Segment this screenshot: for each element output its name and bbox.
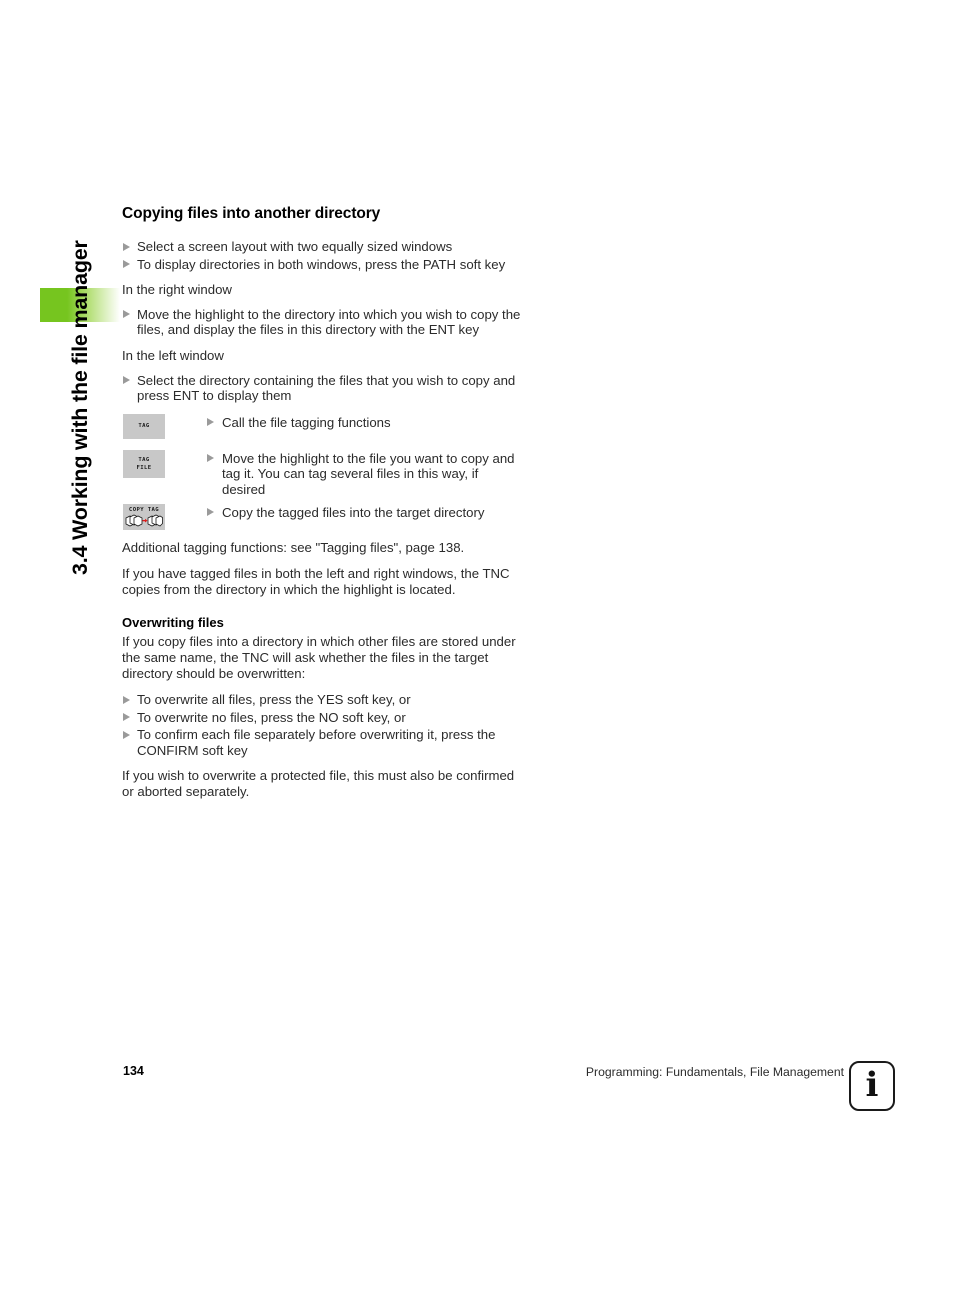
- triangle-bullet-icon: [123, 242, 130, 251]
- triangle-bullet-icon: [207, 454, 214, 463]
- left-window-bullet-list: Select the directory containing the file…: [122, 373, 522, 404]
- left-window-label: In the left window: [122, 347, 224, 363]
- triangle-bullet-icon: [123, 695, 130, 704]
- softkey-description: Move the highlight to the file you want …: [207, 450, 522, 498]
- right-window-bullet-list: Move the highlight to the directory into…: [122, 307, 522, 338]
- list-item: To overwrite all files, press the YES so…: [122, 692, 522, 708]
- copy-documents-icon: [125, 514, 163, 529]
- overwriting-closing-note: If you wish to overwrite a protected fil…: [122, 768, 515, 800]
- list-item-label: Move the highlight to the directory into…: [137, 306, 521, 338]
- softkey-label: TAG: [138, 423, 150, 430]
- list-item-label: To confirm each file separately before o…: [137, 727, 496, 758]
- triangle-bullet-icon: [207, 418, 214, 427]
- intro-bullet-list: Select a screen layout with two equally …: [122, 239, 522, 272]
- tag-softkey[interactable]: TAG: [123, 413, 165, 439]
- right-window-label: In the right window: [122, 282, 232, 298]
- list-item-label: To overwrite no files, press the NO soft…: [137, 709, 406, 725]
- overwriting-intro: If you copy files into a directory in wh…: [122, 634, 516, 681]
- triangle-bullet-icon: [123, 260, 130, 269]
- page-content: Copying files into another directory Sel…: [122, 205, 522, 811]
- softkey-row: TAG FILE Move the highlight to the file …: [122, 449, 522, 498]
- softkey-description-label: Move the highlight to the file you want …: [222, 450, 515, 497]
- list-item: Select a screen layout with two equally …: [122, 239, 522, 255]
- triangle-bullet-icon: [123, 730, 130, 739]
- list-item-label: To display directories in both windows, …: [137, 256, 506, 272]
- list-item: To overwrite no files, press the NO soft…: [122, 710, 522, 726]
- softkey-row: COPY TAG Copy the tagged files into the …: [122, 503, 522, 534]
- softkey-label: COPY TAG: [128, 507, 160, 514]
- triangle-bullet-icon: [123, 376, 130, 385]
- chapter-title: 3.4 Working with the file manager: [68, 240, 92, 575]
- softkey-row: TAG Call the file tagging functions: [122, 413, 522, 444]
- softkey-list: TAG Call the file tagging functions TAG …: [122, 413, 522, 534]
- triangle-bullet-icon: [207, 508, 214, 517]
- list-item-label: To overwrite all files, press the YES so…: [137, 692, 411, 708]
- list-item-label: Select the directory containing the file…: [137, 372, 516, 404]
- softkey-description-label: Call the file tagging functions: [222, 414, 391, 430]
- tag-file-softkey[interactable]: TAG FILE: [123, 449, 165, 478]
- triangle-bullet-icon: [123, 310, 130, 319]
- softkey-description: Call the file tagging functions: [207, 414, 522, 431]
- softkey-label-line2: FILE: [136, 465, 152, 472]
- list-item: To display directories in both windows, …: [122, 257, 522, 273]
- overwriting-heading: Overwriting files: [122, 615, 224, 631]
- tagged-files-note: If you have tagged files in both the lef…: [122, 566, 510, 597]
- info-icon-glyph: i: [865, 1065, 879, 1105]
- page-number: 134: [123, 1064, 144, 1078]
- softkey-label-line1: TAG: [138, 457, 150, 464]
- list-item: Select the directory containing the file…: [122, 373, 522, 404]
- copy-tag-softkey[interactable]: COPY TAG: [123, 503, 165, 530]
- list-item-label: Select a screen layout with two equally …: [137, 239, 453, 254]
- info-icon: i: [849, 1061, 895, 1111]
- page-title: Copying files into another directory: [122, 205, 381, 222]
- overwriting-bullet-list: To overwrite all files, press the YES so…: [122, 692, 522, 758]
- footer-chapter-text: Programming: Fundamentals, File Manageme…: [585, 1065, 844, 1079]
- list-item: Move the highlight to the directory into…: [122, 307, 522, 338]
- tagging-reference-note: Additional tagging functions: see "Taggi…: [122, 539, 465, 555]
- triangle-bullet-icon: [123, 713, 130, 722]
- softkey-description: Copy the tagged files into the target di…: [207, 504, 522, 521]
- list-item: To confirm each file separately before o…: [122, 727, 522, 758]
- softkey-description-label: Copy the tagged files into the target di…: [222, 504, 485, 520]
- page-footer: 134 Programming: Fundamentals, File Mana…: [0, 1061, 954, 1122]
